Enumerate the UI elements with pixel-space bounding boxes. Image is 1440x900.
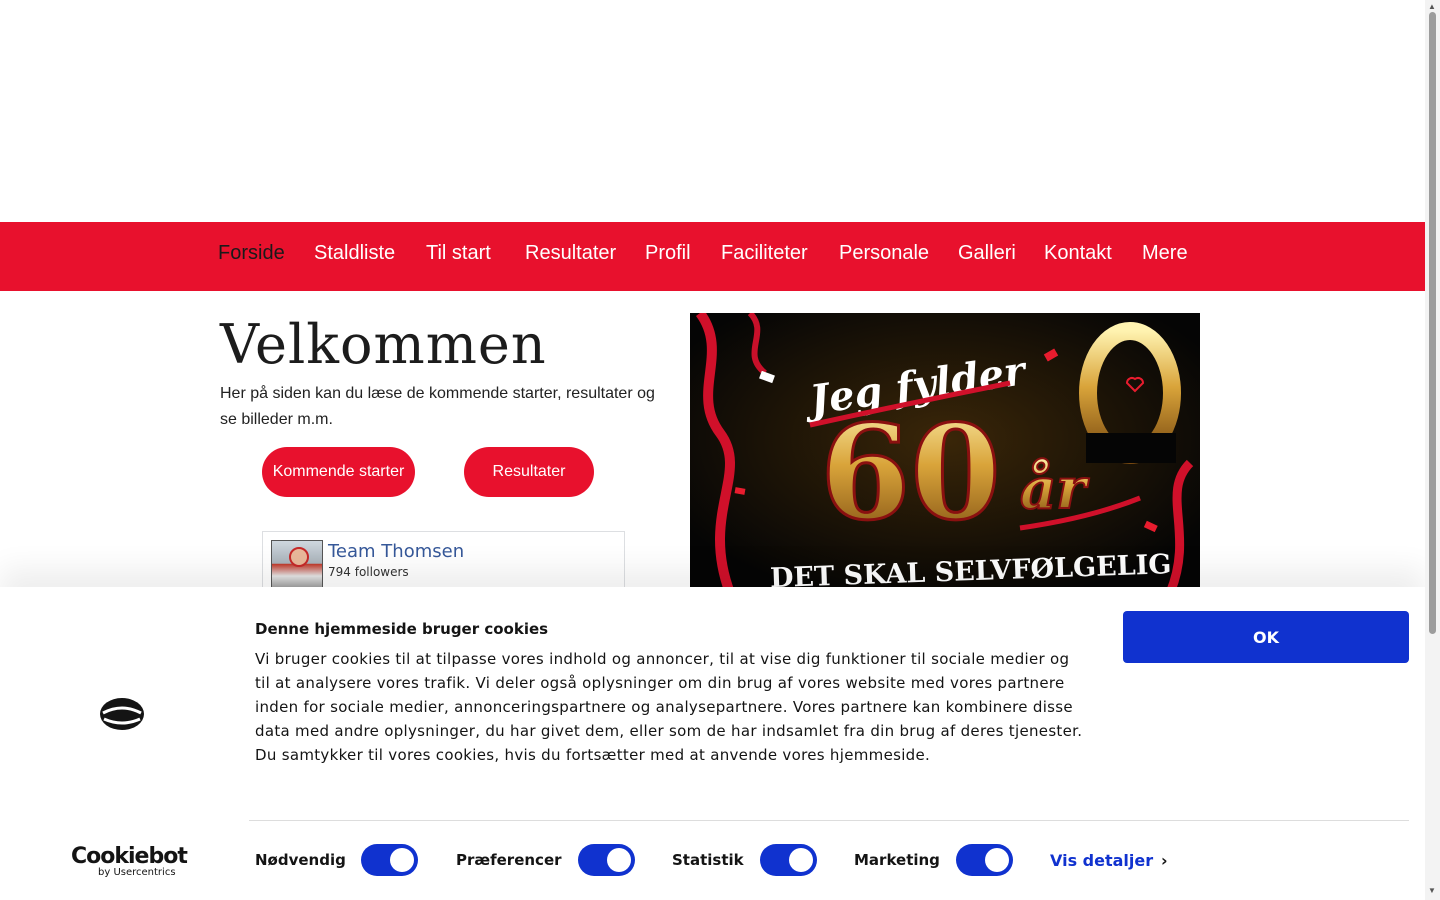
nav-item-faciliteter[interactable]: Faciliteter: [721, 241, 808, 265]
cookie-divider: [249, 820, 1409, 821]
scroll-up-arrow-icon[interactable]: ▲: [1428, 2, 1436, 11]
cookiebot-logo-icon: [100, 698, 144, 730]
facebook-page-name[interactable]: Team Thomsen: [328, 541, 464, 562]
nav-item-staldliste[interactable]: Staldliste: [314, 241, 395, 265]
upcoming-starts-button[interactable]: Kommende starter: [262, 447, 415, 497]
facebook-followers-count: 794 followers: [328, 565, 409, 579]
nav-item-forside[interactable]: Forside: [218, 241, 285, 265]
nav-item-profil[interactable]: Profil: [645, 241, 691, 265]
cookie-consent-banner: Cookiebot by Usercentrics Denne hjemmesi…: [0, 587, 1425, 900]
toggle-marketing[interactable]: [956, 844, 1013, 876]
nav-item-til-start[interactable]: Til start: [426, 241, 491, 265]
toggle-label-marketing: Marketing: [854, 851, 940, 869]
birthday-promo-image: Jeg fylder 60 år DET SKAL SELVFØLGELIG: [690, 313, 1200, 593]
nav-item-mere[interactable]: Mere: [1142, 241, 1188, 265]
toggle-label-statistics: Statistik: [672, 851, 744, 869]
nav-item-personale[interactable]: Personale: [839, 241, 929, 265]
toggle-label-necessary: Nødvendig: [255, 851, 346, 869]
toggle-necessary[interactable]: [361, 844, 418, 876]
nav-item-resultater[interactable]: Resultater: [525, 241, 616, 265]
cookiebot-subtitle: by Usercentrics: [98, 867, 176, 878]
show-details-link[interactable]: Vis detaljer: [1050, 851, 1153, 870]
results-button[interactable]: Resultater: [464, 447, 594, 497]
chevron-right-icon[interactable]: ›: [1161, 851, 1168, 870]
nav-item-kontakt[interactable]: Kontakt: [1044, 241, 1112, 265]
vertical-scrollbar[interactable]: ▲ ▼: [1425, 0, 1440, 900]
facebook-page-avatar[interactable]: [271, 540, 323, 592]
page-title: Velkommen: [220, 313, 547, 376]
toggle-statistics[interactable]: [760, 844, 817, 876]
scrollbar-thumb[interactable]: [1429, 12, 1436, 634]
promo-number: 60: [820, 396, 1001, 549]
welcome-text: Her på siden kan du læse de kommende sta…: [220, 385, 655, 428]
cookie-ok-button[interactable]: OK: [1123, 611, 1409, 663]
nav-item-galleri[interactable]: Galleri: [958, 241, 1016, 265]
main-navigation: Forside Staldliste Til start Resultater …: [0, 222, 1425, 291]
toggle-preferences[interactable]: [578, 844, 635, 876]
toggle-label-preferences: Præferencer: [456, 851, 562, 869]
promo-suffix: år: [1020, 456, 1089, 522]
cookie-banner-title: Denne hjemmeside bruger cookies: [255, 620, 549, 638]
cookie-banner-text: Vi bruger cookies til at tilpasse vores …: [255, 650, 1083, 764]
cookiebot-wordmark: Cookiebot: [71, 844, 188, 869]
scroll-down-arrow-icon[interactable]: ▼: [1428, 886, 1436, 895]
